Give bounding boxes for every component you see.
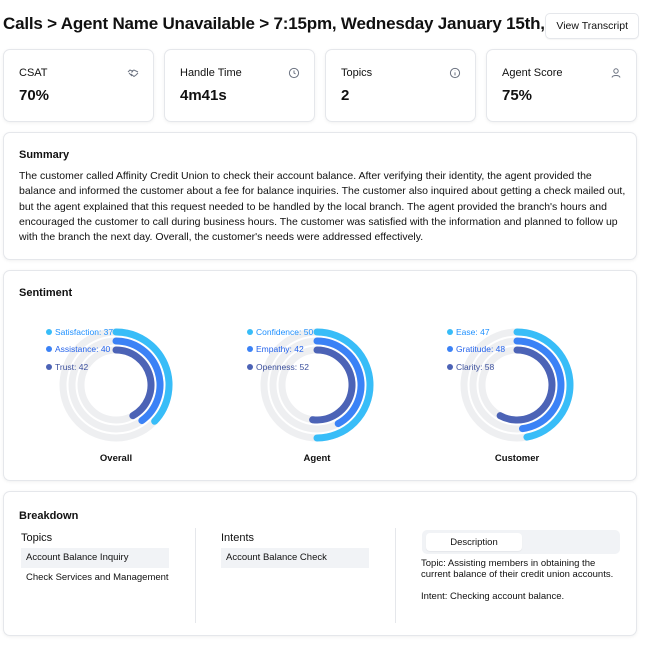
summary-card: Summary The customer called Affinity Cre…: [3, 132, 637, 260]
legend-dot: [447, 363, 453, 370]
handshake-icon: [127, 69, 139, 78]
legend-item-assistance: Assistance: 40: [46, 341, 113, 359]
legend-dot: [447, 328, 453, 335]
metric-value: 4m41s: [180, 87, 227, 104]
clock-icon: [288, 67, 300, 79]
topic-item[interactable]: Account Balance Inquiry: [21, 548, 169, 568]
legend-text: Confidence: 50: [256, 326, 314, 337]
intent-item[interactable]: Account Balance Check: [221, 548, 369, 568]
legend: Ease: 47 Gratitude: 48 Clarity: 58: [447, 323, 505, 376]
legend-item-satisfaction: Satisfaction: 37: [46, 323, 113, 341]
donut-arc-openness: [309, 346, 356, 424]
chart-label-customer: Customer: [494, 453, 540, 464]
sentiment-title: Sentiment: [19, 287, 73, 299]
description-topic: Topic: Assisting members in obtaining th…: [421, 558, 614, 580]
page-header: Calls > Agent Name Unavailable > 7:15pm,…: [3, 8, 643, 42]
chart-label-agent: Agent: [303, 453, 331, 464]
legend-item-confidence: Confidence: 50: [247, 323, 313, 341]
legend-dot: [46, 328, 52, 335]
metric-label: Handle Time: [180, 67, 242, 79]
metric-value: 2: [341, 87, 350, 104]
legend-item-gratitude: Gratitude: 48: [447, 341, 505, 359]
sentiment-chart-overall: Satisfaction: 37 Assistance: 40 Trust: 4…: [46, 315, 186, 465]
breadcrumb: Calls > Agent Name Unavailable > 7:15pm,…: [3, 14, 587, 33]
user-icon: [611, 68, 621, 78]
column-divider: [395, 528, 396, 623]
legend-dot: [447, 346, 453, 353]
summary-title: Summary: [19, 149, 70, 161]
legend-text: Ease: 47: [456, 326, 490, 337]
topics-title: Topics: [21, 532, 53, 544]
legend-dot: [247, 328, 253, 335]
legend-text: Gratitude: 48: [456, 344, 506, 355]
summary-text: The customer called Affinity Credit Unio…: [19, 170, 626, 244]
sentiment-card: Sentiment Satisfaction: 37 Assistance: 4…: [3, 270, 637, 481]
sentiment-chart-agent: Confidence: 50 Empathy: 42 Openness: 52 …: [247, 315, 387, 465]
breakdown-card: Breakdown Topics Account Balance Inquiry…: [3, 491, 637, 636]
legend-text: Assistance: 40: [55, 344, 111, 355]
donut-arc-clarity: [496, 346, 556, 424]
legend-item-clarity: Clarity: 58: [447, 358, 505, 376]
handle-time-card: Handle Time 4m41s: [164, 49, 315, 122]
description-tabs: Description: [422, 530, 620, 554]
metric-label: Topics: [341, 67, 373, 79]
topics-card: Topics 2: [325, 49, 476, 122]
legend: Confidence: 50 Empathy: 42 Openness: 52: [247, 323, 313, 376]
legend-text: Trust: 42: [55, 361, 89, 372]
legend: Satisfaction: 37 Assistance: 40 Trust: 4…: [46, 323, 113, 376]
tab-description[interactable]: Description: [426, 533, 522, 551]
view-transcript-button[interactable]: View Transcript: [545, 13, 639, 39]
sentiment-chart-customer: Ease: 47 Gratitude: 48 Clarity: 58 Custo…: [447, 315, 587, 465]
metric-value: 70%: [19, 87, 50, 104]
metric-value: 75%: [502, 87, 533, 104]
legend-text: Satisfaction: 37: [55, 326, 114, 337]
legend-dot: [247, 363, 253, 370]
legend-text: Openness: 52: [256, 361, 309, 372]
breakdown-title: Breakdown: [19, 510, 79, 522]
legend-dot: [46, 346, 52, 353]
metric-label: Agent Score: [502, 67, 563, 79]
agent-score-card: Agent Score 75%: [486, 49, 637, 122]
legend-dot: [46, 363, 52, 370]
topic-item[interactable]: Check Services and Management: [21, 568, 181, 588]
column-divider: [195, 528, 196, 623]
legend-dot: [247, 346, 253, 353]
legend-item-trust: Trust: 42: [46, 358, 113, 376]
legend-item-empathy: Empathy: 42: [247, 341, 313, 359]
metric-label: CSAT: [19, 67, 48, 79]
csat-card: CSAT 70%: [3, 49, 154, 122]
donut-arc-trust: [112, 346, 155, 420]
description-intent: Intent: Checking account balance.: [421, 591, 565, 602]
legend-text: Clarity: 58: [456, 361, 495, 372]
legend-text: Empathy: 42: [256, 344, 304, 355]
legend-item-ease: Ease: 47: [447, 323, 505, 341]
intents-title: Intents: [221, 532, 255, 544]
legend-item-openness: Openness: 52: [247, 358, 313, 376]
chart-label-overall: Overall: [99, 453, 133, 464]
info-icon: [449, 67, 461, 79]
